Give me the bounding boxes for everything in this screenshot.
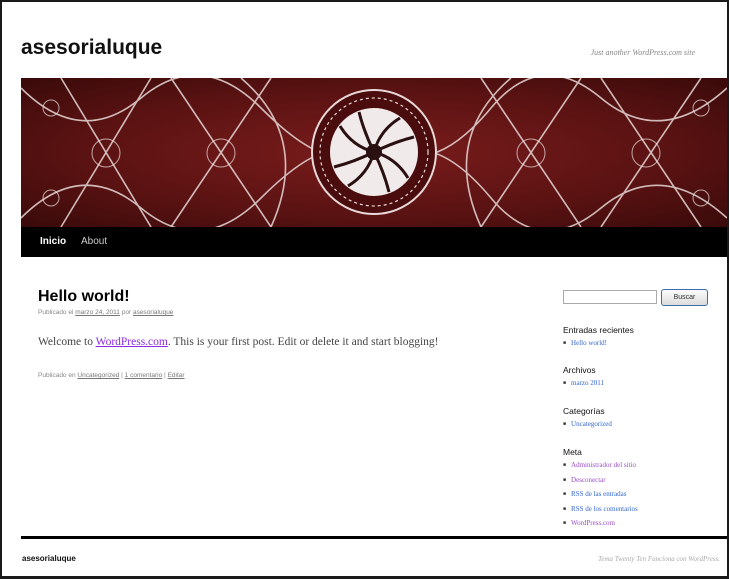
post-title[interactable]: Hello world! xyxy=(38,288,130,306)
meta-item-wordpress[interactable]: WordPress.com xyxy=(563,517,638,532)
nav-item-about[interactable]: About xyxy=(81,236,107,247)
footer-site-title[interactable]: asesorialuque xyxy=(22,554,76,563)
browser-page: asesorialuque Just another WordPress.com… xyxy=(0,0,729,579)
search-button[interactable]: Buscar xyxy=(661,289,708,306)
site-title[interactable]: asesorialuque xyxy=(21,36,162,60)
widget-title-categories: Categorías xyxy=(563,406,605,416)
widget-title-archives: Archivos xyxy=(563,365,596,375)
util-prefix: Publicado en xyxy=(38,372,76,379)
meta-item-admin[interactable]: Administrador del sitio xyxy=(563,459,638,474)
meta-by: por xyxy=(121,309,132,316)
meta-prefix: Publicado el xyxy=(38,309,74,316)
comments-link[interactable]: 1 comentario xyxy=(125,372,163,379)
widget-title-recent: Entradas recientes xyxy=(563,325,634,335)
post-content: Welcome to WordPress.com. This is your f… xyxy=(38,336,439,348)
main-navigation: Inicio About xyxy=(21,227,727,257)
author-link[interactable]: asesorialuque xyxy=(133,309,173,316)
content-after: . This is your first post. Edit or delet… xyxy=(167,336,439,348)
footer-divider xyxy=(21,536,727,539)
meta-item-rss-comments[interactable]: RSS de los comentarios xyxy=(563,503,638,518)
header-image xyxy=(21,78,727,227)
search-input[interactable] xyxy=(563,290,657,304)
post-date-link[interactable]: marzo 24, 2011 xyxy=(75,309,120,316)
edit-link[interactable]: Editar xyxy=(168,372,185,379)
category-item[interactable]: Uncategorized xyxy=(563,418,612,433)
site-description: Just another WordPress.com site xyxy=(590,48,695,57)
meta-list: Administrador del sitio Desconectar RSS … xyxy=(563,459,638,532)
widget-title-meta: Meta xyxy=(563,447,582,457)
post-utility: Publicado en Uncategorized | 1 comentari… xyxy=(38,372,185,379)
footer-credit[interactable]: Tema Twenty Ten Funciona con WordPress. xyxy=(598,555,720,563)
meta-item-rss-entries[interactable]: RSS de las entradas xyxy=(563,488,638,503)
archive-item[interactable]: marzo 2011 xyxy=(563,377,604,392)
categories-list: Uncategorized xyxy=(563,418,612,433)
post-meta: Publicado el marzo 24, 2011 por asesoria… xyxy=(38,309,173,316)
content-before: Welcome to xyxy=(38,336,93,348)
recent-post-item[interactable]: Hello world! xyxy=(563,337,607,352)
category-link[interactable]: Uncategorized xyxy=(77,372,119,379)
archives-list: marzo 2011 xyxy=(563,377,604,392)
recent-posts-list: Hello world! xyxy=(563,337,607,352)
separator: | xyxy=(121,372,123,379)
meta-item-logout[interactable]: Desconectar xyxy=(563,474,638,489)
nav-item-inicio[interactable]: Inicio xyxy=(40,236,66,247)
separator: | xyxy=(164,372,166,379)
wordpress-link[interactable]: WordPress.com xyxy=(96,336,168,348)
